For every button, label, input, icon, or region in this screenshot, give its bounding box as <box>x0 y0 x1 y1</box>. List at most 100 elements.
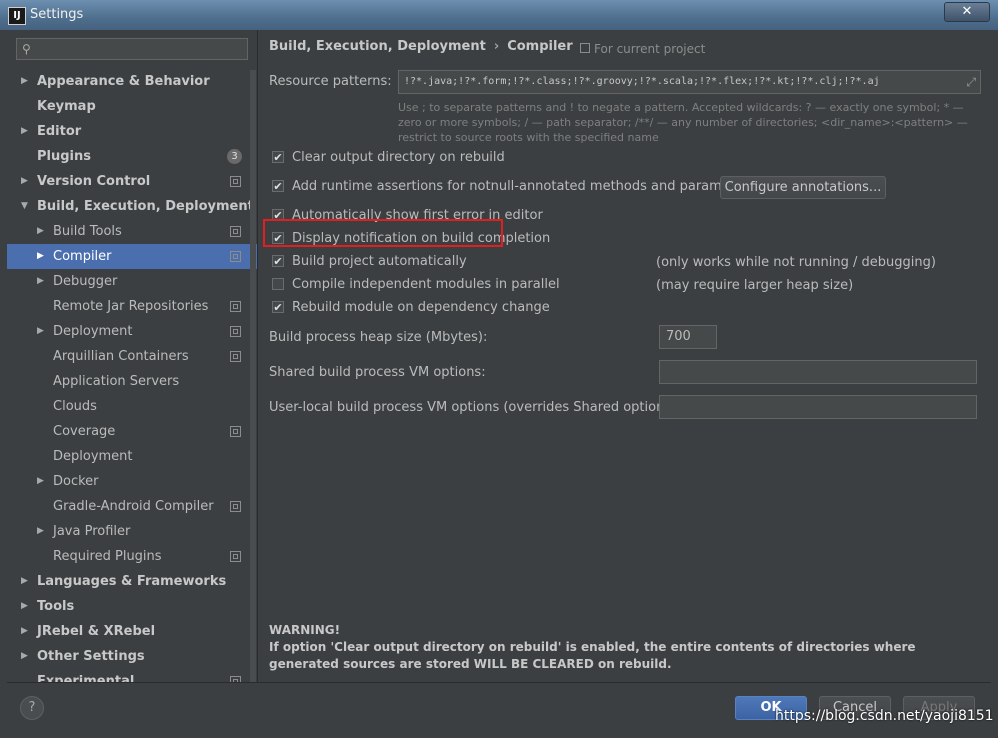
intellij-icon: IJ <box>8 7 26 25</box>
sidebar-item-label: Docker <box>53 474 99 489</box>
sidebar-item-label: Build, Execution, Deployment <box>37 199 254 214</box>
sidebar-item[interactable]: ▶ Languages & Frameworks <box>7 569 257 594</box>
update-count-badge: 3 <box>227 149 242 164</box>
project-scope-icon <box>230 226 241 237</box>
sidebar-item-label: Remote Jar Repositories <box>53 299 209 314</box>
project-scope-icon <box>230 351 241 362</box>
sidebar-item-label: Experimental <box>37 674 135 682</box>
resource-patterns-hint: Use ; to separate patterns and ! to nega… <box>398 101 968 144</box>
project-scope-icon <box>230 326 241 337</box>
help-button[interactable]: ? <box>20 696 44 720</box>
checkbox-label: Rebuild module on dependency change <box>292 300 550 315</box>
sidebar-item-label: Required Plugins <box>53 549 162 564</box>
chevron-right-icon[interactable]: ▶ <box>21 644 28 669</box>
sidebar-item-label: Editor <box>37 124 82 139</box>
chevron-right-icon[interactable]: ▶ <box>37 469 44 494</box>
sidebar-item[interactable]: Coverage <box>7 419 257 444</box>
sidebar-item-label: Build Tools <box>53 224 122 239</box>
chevron-right-icon[interactable]: ▶ <box>21 119 28 144</box>
sidebar-item[interactable]: ▶ JRebel & XRebel <box>7 619 257 644</box>
chevron-right-icon[interactable]: ▶ <box>37 519 44 544</box>
sidebar-item[interactable]: ▶ Compiler <box>7 244 257 269</box>
sidebar-item-label: Coverage <box>53 424 116 439</box>
project-scope-icon <box>580 43 590 53</box>
project-scope-icon <box>230 251 241 262</box>
breadcrumb: Build, Execution, Deployment › Compiler <box>269 39 573 54</box>
chevron-down-icon[interactable]: ▼ <box>21 194 28 219</box>
user-vm-options-input[interactable] <box>659 395 977 419</box>
chevron-right-icon[interactable]: ▶ <box>21 69 28 94</box>
sidebar-item[interactable]: ▶ Java Profiler <box>7 519 257 544</box>
sidebar-item[interactable]: ▶ Version Control <box>7 169 257 194</box>
for-project-label: For current project <box>594 42 706 56</box>
project-scope-icon <box>230 176 241 187</box>
compiler-settings-panel: Build, Execution, Deployment › Compiler Fo… <box>269 30 991 682</box>
sidebar-item[interactable]: ▶ Build Tools <box>7 219 257 244</box>
breadcrumb-parent[interactable]: Build, Execution, Deployment <box>269 39 486 54</box>
sidebar-item-label: Java Profiler <box>53 524 131 539</box>
compile-parallel-note: (may require larger heap size) <box>656 278 854 293</box>
sidebar-item-label: Version Control <box>37 174 151 189</box>
checkbox-box[interactable]: ✔ <box>272 301 284 313</box>
title-bar: IJ Settings ✕ <box>0 0 998 30</box>
heap-size-input[interactable]: 700 <box>659 325 717 349</box>
search-input[interactable]: ⚲ <box>16 38 248 60</box>
for-current-project: For current project <box>580 42 705 56</box>
sidebar-item[interactable]: ▼ Build, Execution, Deployment <box>7 194 257 219</box>
sidebar-item-label: Application Servers <box>53 374 180 389</box>
sidebar-item[interactable]: Application Servers <box>7 369 257 394</box>
sidebar-item[interactable]: ▶ Deployment <box>7 319 257 344</box>
chevron-right-icon[interactable]: ▶ <box>37 244 44 269</box>
project-scope-icon <box>230 501 241 512</box>
sidebar-item-label: Gradle-Android Compiler <box>53 499 214 514</box>
close-button[interactable]: ✕ <box>944 2 990 22</box>
search-icon: ⚲ <box>22 42 31 56</box>
project-scope-icon <box>230 426 241 437</box>
sidebar-item[interactable]: Gradle-Android Compiler <box>7 494 257 519</box>
sidebar-item[interactable]: Arquillian Containers <box>7 344 257 369</box>
sidebar-item-label: Other Settings <box>37 649 145 664</box>
sidebar-item[interactable]: Clouds <box>7 394 257 419</box>
checkbox-box[interactable]: ✔ <box>272 255 284 267</box>
sidebar-item[interactable]: Experimental <box>7 669 257 682</box>
sidebar-item[interactable]: ▶ Docker <box>7 469 257 494</box>
checkbox-box[interactable]: ✔ <box>272 151 284 163</box>
sidebar-item-label: Plugins <box>37 149 91 164</box>
checkbox-label: Add runtime assertions for notnull-annot… <box>292 179 756 194</box>
sidebar-item[interactable]: ▶ Other Settings <box>7 644 257 669</box>
sidebar-item[interactable]: ▶ Editor <box>7 119 257 144</box>
window-title: Settings <box>30 7 84 22</box>
project-scope-icon <box>230 301 241 312</box>
sidebar-item[interactable]: ▶ Appearance & Behavior <box>7 69 257 94</box>
sidebar-item[interactable]: Keymap <box>7 94 257 119</box>
shared-vm-options-input[interactable] <box>659 360 977 384</box>
sidebar-item[interactable]: Deployment <box>7 444 257 469</box>
sidebar-item-label: JRebel & XRebel <box>37 624 156 639</box>
sidebar-item-label: Tools <box>37 599 75 614</box>
sidebar-scrollbar[interactable] <box>250 70 256 682</box>
chevron-right-icon[interactable]: ▶ <box>21 594 28 619</box>
warning-text: If option 'Clear output directory on reb… <box>269 640 916 671</box>
checkbox-box[interactable]: ✔ <box>272 180 284 192</box>
watermark-url: https://blog.csdn.net/yaoji8151 <box>775 708 994 724</box>
chevron-right-icon[interactable]: ▶ <box>37 269 44 294</box>
sidebar-item[interactable]: ▶ Tools <box>7 594 257 619</box>
sidebar-item[interactable]: ▶ Debugger <box>7 269 257 294</box>
expand-icon[interactable]: ⤢ <box>966 71 976 93</box>
chevron-right-icon[interactable]: ▶ <box>37 319 44 344</box>
chevron-right-icon[interactable]: ▶ <box>37 219 44 244</box>
sidebar-item[interactable]: Remote Jar Repositories <box>7 294 257 319</box>
configure-annotations-button[interactable]: Configure annotations... <box>720 176 886 199</box>
chevron-right-icon[interactable]: ▶ <box>21 569 28 594</box>
checkbox-box[interactable] <box>272 278 284 290</box>
sidebar-item-label: Deployment <box>53 449 133 464</box>
chevron-right-icon[interactable]: ▶ <box>21 169 28 194</box>
user-vm-options-label: User-local build process VM options (ove… <box>269 400 681 415</box>
highlight-annotation-box <box>263 219 503 247</box>
chevron-right-icon[interactable]: ▶ <box>21 619 28 644</box>
sidebar-item-label: Arquillian Containers <box>53 349 189 364</box>
settings-tree: ▶ Appearance & Behavior Keymap ▶ Editor Plugi… <box>7 69 257 682</box>
sidebar-item[interactable]: Plugins 3 <box>7 144 257 169</box>
resource-patterns-input[interactable]: !?*.java;!?*.form;!?*.class;!?*.groovy;!… <box>398 70 981 94</box>
sidebar-item[interactable]: Required Plugins <box>7 544 257 569</box>
